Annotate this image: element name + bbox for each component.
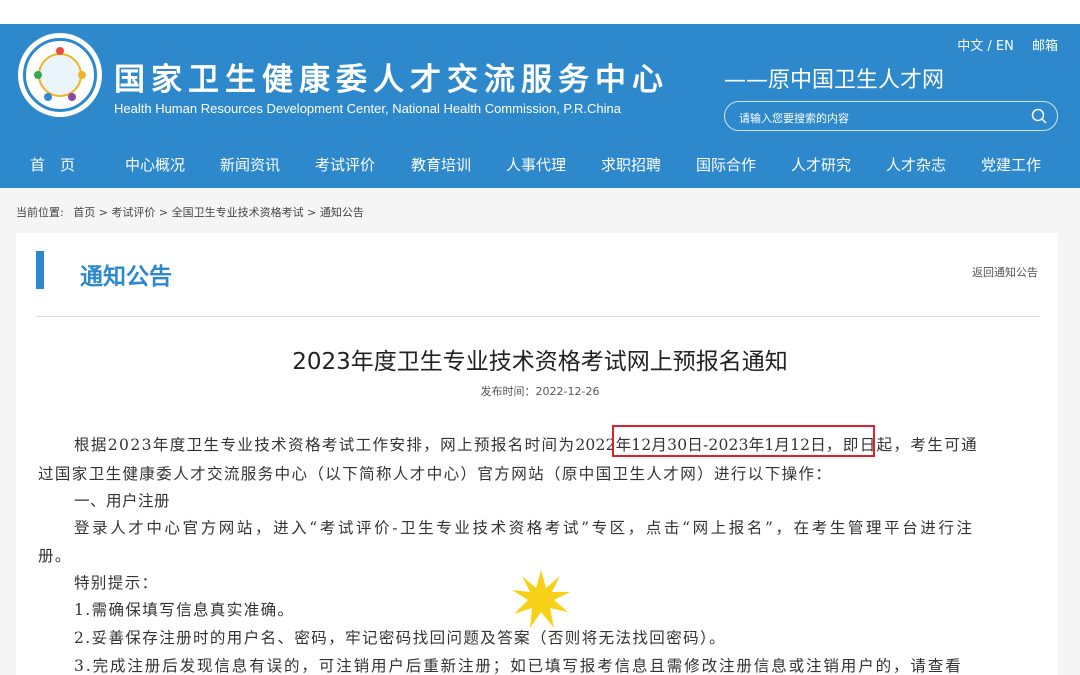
article-title: 2023年度卫生专业技术资格考试网上预报名通知 <box>292 349 788 375</box>
tip-heading: 特别提示： <box>74 574 159 592</box>
breadcrumb: 当前位置: 首页 > 考试评价 > 全国卫生专业技术资格考试 > 通知公告 <box>16 204 364 220</box>
top-links: 中文 / EN 邮箱 <box>943 35 1058 54</box>
panel-title: 通知公告 <box>80 264 172 290</box>
search-box[interactable]: 请输入您要搜索的内容 <box>724 101 1058 131</box>
panel-accent-bar <box>36 251 44 289</box>
nav-item-jobs[interactable]: 求职招聘 <box>601 154 661 175</box>
nav-item-personnel[interactable]: 人事代理 <box>506 154 566 175</box>
former-site-name: ——原中国卫生人才网 <box>724 68 945 93</box>
nav-item-exam[interactable]: 考试评价 <box>315 154 375 175</box>
logo-dot <box>56 47 64 55</box>
nav-item-home[interactable]: 首 页 <box>30 154 75 175</box>
tip-line: 1.需确保填写信息真实准确。 <box>74 601 295 619</box>
tip-line: 2.妥善保存注册时的用户名、密码，牢记密码找回问题及答案（否则将无法找回密码）。 <box>74 629 727 647</box>
logo-dot <box>78 71 86 79</box>
top-strip <box>0 0 1080 24</box>
site-title[interactable]: 国家卫生健康委人才交流服务中心 <box>114 54 669 99</box>
nav-item-news[interactable]: 新闻资讯 <box>220 154 280 175</box>
site-subtitle: Health Human Resources Development Cente… <box>114 101 621 116</box>
paragraph-line: 过国家卫生健康委人才交流服务中心（以下简称人才中心）官方网站（原中国卫生人才网）… <box>38 465 833 483</box>
main-nav: 首 页 中心概况 新闻资讯 考试评价 教育培训 人事代理 求职招聘 国际合作 人… <box>0 150 1080 180</box>
paragraph-line: 登录人才中心官方网站，进入“考试评价-卫生专业技术资格考试”专区，点击“网上报名… <box>74 519 975 537</box>
nav-item-education[interactable]: 教育培训 <box>411 154 471 175</box>
nav-item-research[interactable]: 人才研究 <box>791 154 851 175</box>
logo-center <box>38 53 82 97</box>
logo-dot <box>34 71 42 79</box>
nav-item-party[interactable]: 党建工作 <box>981 154 1041 175</box>
nav-item-about[interactable]: 中心概况 <box>125 154 185 175</box>
search-input[interactable]: 请输入您要搜索的内容 <box>739 110 849 126</box>
logo-dot <box>68 93 76 101</box>
article-date: 发布时间：2022-12-26 <box>480 385 600 398</box>
section-heading: 一、用户注册 <box>74 492 171 510</box>
back-to-notices-link[interactable]: 返回通知公告 <box>972 264 1038 280</box>
tip-line: 3.完成注册后发现信息有误的，可注销用户后重新注册；如已填写报考信息且需修改注册… <box>74 657 963 675</box>
breadcrumb-label: 当前位置: <box>16 206 64 219</box>
nav-item-magazine[interactable]: 人才杂志 <box>886 154 946 175</box>
paragraph-line: 册。 <box>38 547 72 565</box>
starburst-icon <box>512 570 570 628</box>
search-icon[interactable] <box>1030 107 1048 125</box>
divider <box>36 316 1040 317</box>
mail-link[interactable]: 邮箱 <box>1032 39 1058 54</box>
emblem-logo-icon[interactable] <box>18 33 102 117</box>
paragraph-text: 根据2023年度卫生专业技术资格考试工作安排，网上预报名时间为 <box>74 436 576 454</box>
highlight-box <box>612 425 875 457</box>
language-switch[interactable]: 中文 / EN <box>957 39 1014 54</box>
breadcrumb-path[interactable]: 首页 > 考试评价 > 全国卫生专业技术资格考试 > 通知公告 <box>73 206 364 219</box>
logo-dot <box>44 93 52 101</box>
nav-item-international[interactable]: 国际合作 <box>696 154 756 175</box>
